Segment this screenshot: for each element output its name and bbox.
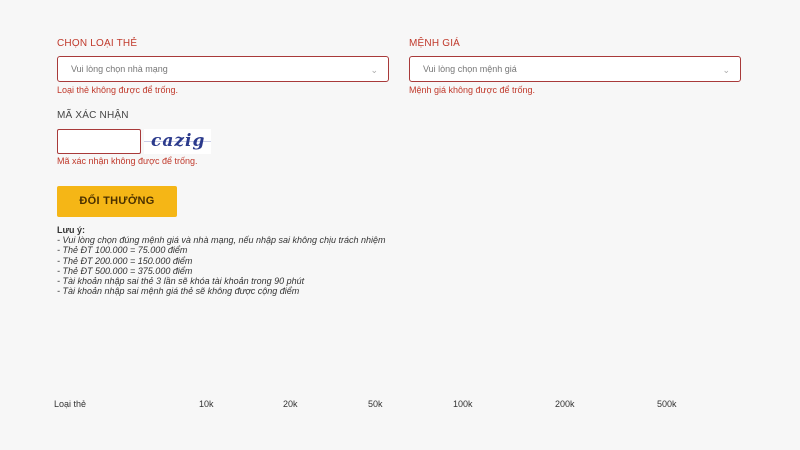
table-header-100k: 100k <box>453 399 473 409</box>
card-type-placeholder: Vui lòng chọn nhà mạng <box>71 64 168 74</box>
note-line: - Vui lòng chọn đúng mệnh giá và nhà mạn… <box>57 235 386 246</box>
denomination-error: Mệnh giá không được để trống. <box>409 85 536 95</box>
note-line: - Thẻ ĐT 100.000 = 75.000 điểm <box>57 245 188 256</box>
captcha-label: MÃ XÁC NHẬN <box>57 110 129 121</box>
note-line: - Tài khoản nhập sai mệnh giá thẻ sẽ khô… <box>57 286 300 297</box>
table-header-50k: 50k <box>368 399 383 409</box>
captcha-input[interactable] <box>57 129 141 154</box>
table-header-20k: 20k <box>283 399 298 409</box>
chevron-down-icon: ⌄ <box>370 65 378 75</box>
table-header-10k: 10k <box>199 399 214 409</box>
card-type-select[interactable]: Vui lòng chọn nhà mạng ⌄ <box>57 56 389 82</box>
redeem-button[interactable]: ĐỔI THƯỞNG <box>57 186 177 217</box>
table-header-500k: 500k <box>657 399 677 409</box>
note-line: - Tài khoản nhập sai thẻ 3 lần sẽ khóa t… <box>57 276 305 287</box>
table-header-card-type: Loại thẻ <box>54 399 87 409</box>
card-type-label: CHỌN LOẠI THẺ <box>57 38 138 49</box>
denomination-label: MỆNH GIÁ <box>409 38 461 49</box>
table-header-200k: 200k <box>555 399 575 409</box>
captcha-image-text: cazig <box>151 131 206 151</box>
note-line: - Thẻ ĐT 500.000 = 375.000 điểm <box>57 265 193 276</box>
denomination-select[interactable]: Vui lòng chọn mệnh giá ⌄ <box>409 56 741 82</box>
notes-section: Lưu ý: - Vui lòng chọn đúng mệnh giá và … <box>57 225 386 296</box>
captcha-error: Mã xác nhận không được để trống. <box>57 156 198 166</box>
notes-title: Lưu ý: <box>57 225 86 235</box>
card-type-error: Loại thẻ không được để trống. <box>57 85 179 95</box>
note-line: - Thẻ ĐT 200.000 = 150.000 điểm <box>57 255 193 266</box>
chevron-down-icon: ⌄ <box>722 65 730 75</box>
captcha-image: cazig <box>144 129 211 154</box>
denomination-placeholder: Vui lòng chọn mệnh giá <box>423 64 517 74</box>
